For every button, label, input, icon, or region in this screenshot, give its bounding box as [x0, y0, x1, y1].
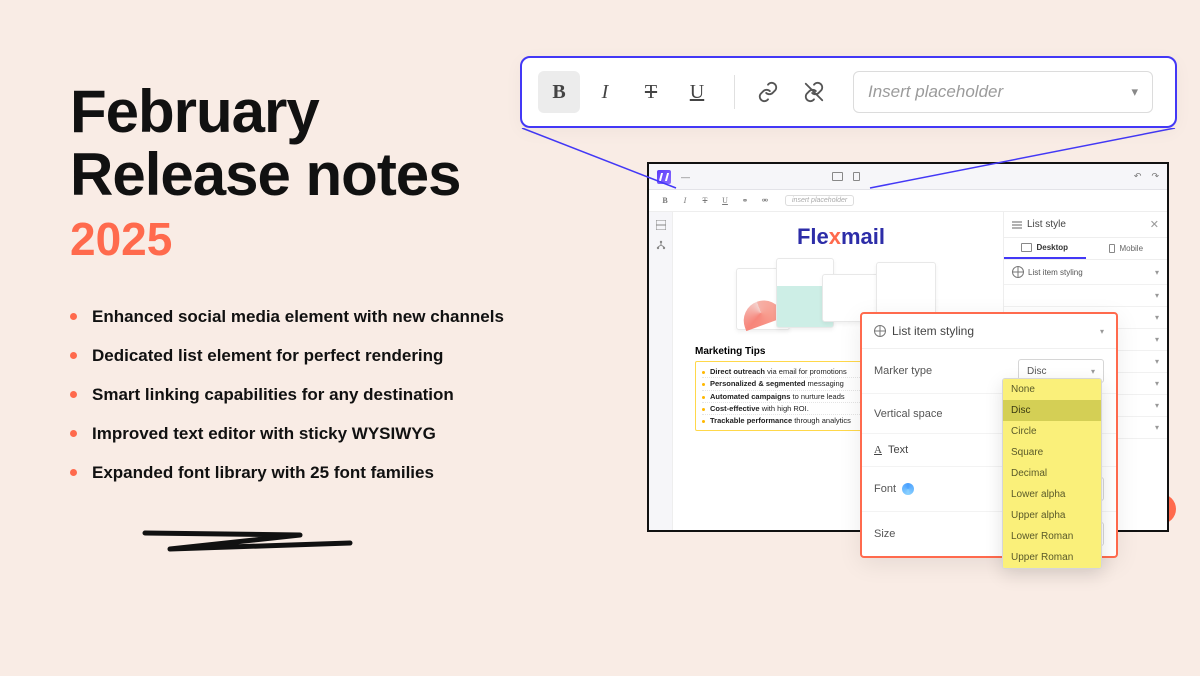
marker-type-dropdown-list: NoneDiscCircleSquareDecimalLower alphaUp… — [1002, 378, 1102, 569]
marker-type-label: Marker type — [874, 365, 932, 377]
font-library-icon — [902, 483, 914, 495]
link-icon — [757, 81, 779, 103]
brand-suffix: mail — [841, 224, 885, 249]
editor-titlebar: — ↶ ↷ — [649, 164, 1167, 190]
marker-type-option[interactable]: Decimal — [1003, 463, 1101, 484]
marker-type-option[interactable]: Circle — [1003, 421, 1101, 442]
unlink-button[interactable] — [793, 71, 835, 113]
undo-icon[interactable]: ↶ — [1134, 171, 1142, 182]
marker-type-option[interactable]: Disc — [1003, 400, 1101, 421]
chevron-down-icon[interactable]: ▾ — [1100, 327, 1104, 336]
marker-type-option[interactable]: Upper Roman — [1003, 547, 1101, 568]
release-bullet-list: Enhanced social media element with new c… — [70, 306, 570, 485]
release-bullet: Expanded font library with 25 font famil… — [70, 462, 570, 485]
mini-italic-button[interactable]: I — [679, 196, 691, 205]
editor-mini-toolbar: B I T U ⚭ ⚮ insert placeholder — [649, 190, 1167, 212]
inspector-title: List style — [1027, 219, 1066, 230]
mini-strike-button[interactable]: T — [699, 196, 711, 205]
rail-layout-icon[interactable] — [656, 220, 666, 230]
chevron-down-icon: ▾ — [1131, 84, 1138, 100]
release-bullet: Dedicated list element for perfect rende… — [70, 345, 570, 368]
toolbar-separator — [734, 75, 735, 109]
marker-type-option[interactable]: Lower alpha — [1003, 484, 1101, 505]
size-label: Size — [874, 528, 895, 540]
mobile-preview-icon[interactable] — [853, 172, 860, 181]
marker-type-option[interactable]: None — [1003, 379, 1101, 400]
mini-underline-button[interactable]: U — [719, 196, 731, 205]
rail-tree-icon[interactable] — [656, 240, 666, 250]
brand-logo: Flexmail — [695, 224, 987, 250]
release-title-line2: Release notes — [70, 143, 570, 206]
release-year: 2025 — [70, 212, 570, 266]
release-bullet: Smart linking capabilities for any desti… — [70, 384, 570, 407]
app-logo-icon — [657, 170, 671, 184]
chevron-down-icon: ▾ — [1155, 268, 1159, 277]
marker-type-option[interactable]: Upper alpha — [1003, 505, 1101, 526]
editor-left-rail — [649, 212, 673, 530]
release-bullet: Improved text editor with sticky WYSIWYG — [70, 423, 570, 446]
scribble-decoration — [140, 523, 360, 563]
globe-icon — [874, 325, 886, 337]
list-icon — [1012, 220, 1022, 230]
bold-button[interactable]: B — [538, 71, 580, 113]
redo-icon[interactable]: ↷ — [1151, 171, 1159, 182]
release-title-line1: February — [70, 80, 570, 143]
inspector-mobile-tab-label: Mobile — [1119, 244, 1143, 253]
underline-button[interactable]: U — [676, 71, 718, 113]
font-label: Font — [874, 483, 896, 495]
marker-type-option[interactable]: Square — [1003, 442, 1101, 463]
inspector-desktop-tab[interactable]: Desktop — [1004, 238, 1086, 259]
unlink-icon — [803, 81, 825, 103]
strikethrough-button[interactable]: T — [630, 71, 672, 113]
italic-button[interactable]: I — [584, 71, 626, 113]
globe-icon — [1012, 266, 1024, 278]
brand-x: x — [829, 224, 841, 249]
inspector-close-button[interactable]: ✕ — [1150, 218, 1159, 231]
insert-placeholder-label: Insert placeholder — [868, 82, 1003, 102]
inspector-mobile-tab[interactable]: Mobile — [1086, 238, 1168, 259]
text-section-label: Text — [888, 444, 908, 456]
desktop-preview-icon[interactable] — [832, 172, 843, 181]
insert-placeholder-dropdown[interactable]: Insert placeholder ▾ — [853, 71, 1153, 113]
release-bullet: Enhanced social media element with new c… — [70, 306, 570, 329]
formatting-toolbar: B I T U Insert placeholder ▾ — [520, 56, 1177, 128]
marker-type-option[interactable]: Lower Roman — [1003, 526, 1101, 547]
titlebar-dash: — — [681, 172, 690, 182]
link-button[interactable] — [747, 71, 789, 113]
inspector-desktop-tab-label: Desktop — [1036, 243, 1068, 252]
chevron-down-icon: ▾ — [1091, 367, 1095, 376]
text-format-icon: A — [874, 444, 882, 456]
marker-type-value: Disc — [1027, 366, 1046, 377]
panel-title: List item styling — [892, 324, 974, 338]
inspector-list-item-styling-row[interactable]: List item styling ▾ — [1004, 260, 1167, 285]
mini-placeholder-dropdown[interactable]: insert placeholder — [785, 195, 854, 206]
mini-link-button[interactable]: ⚭ — [739, 196, 751, 205]
vertical-space-label: Vertical space — [874, 408, 942, 420]
inspector-collapsed-row[interactable]: ▾ — [1004, 285, 1167, 307]
mini-unlink-button[interactable]: ⚮ — [759, 196, 771, 205]
mini-bold-button[interactable]: B — [659, 196, 671, 205]
inspector-row-label: List item styling — [1028, 268, 1083, 277]
brand-prefix: Fle — [797, 224, 829, 249]
